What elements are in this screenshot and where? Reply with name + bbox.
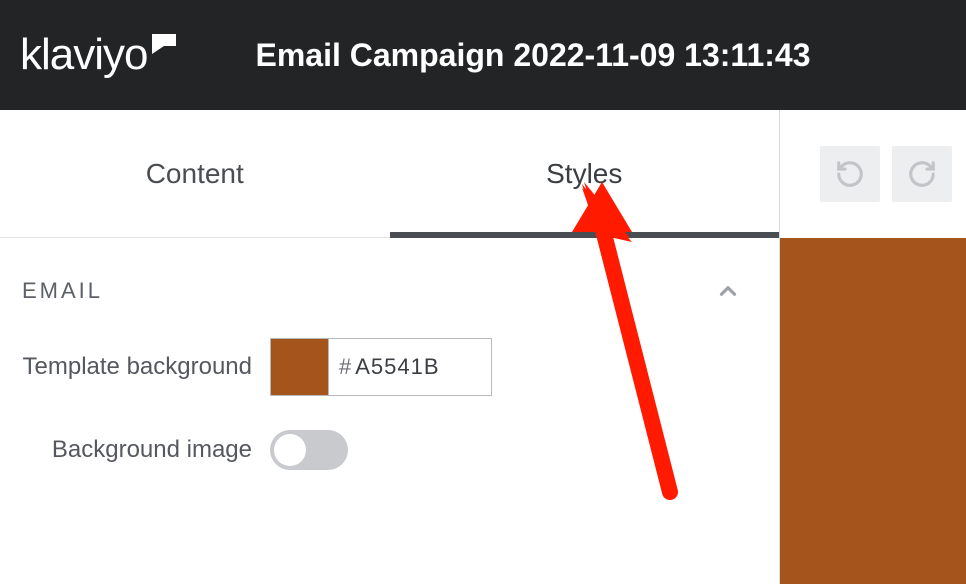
brand-logo: klaviyo [20,30,176,80]
chevron-up-icon [715,278,741,304]
background-image-toggle[interactable] [270,430,348,470]
main-area: Content Styles EMAIL Template background… [0,110,966,584]
hash-symbol: # [329,354,355,380]
tab-content[interactable]: Content [0,110,390,237]
undo-icon [835,159,865,189]
hex-value[interactable]: A5541B [355,354,439,380]
redo-icon [907,159,937,189]
background-image-label: Background image [0,435,270,465]
toggle-knob [274,434,306,466]
tab-styles[interactable]: Styles [390,110,780,237]
field-row-background-image: Background image [0,406,779,480]
brand-text: klaviyo [20,30,148,80]
history-tools [780,110,966,238]
brand-flag-icon [152,34,176,54]
template-background-color-input[interactable]: # A5541B [270,338,492,396]
editor-panel: Content Styles EMAIL Template background… [0,110,780,584]
field-row-template-background: Template background # A5541B [0,314,779,406]
template-background-label: Template background [0,352,270,382]
tabs: Content Styles [0,110,779,238]
color-swatch[interactable] [271,339,329,395]
right-area [780,110,966,584]
undo-button[interactable] [820,146,880,202]
section-header-email[interactable]: EMAIL [0,238,779,314]
top-bar: klaviyo Email Campaign 2022-11-09 13:11:… [0,0,966,110]
redo-button[interactable] [892,146,952,202]
email-preview-background [780,238,966,584]
section-title: EMAIL [22,278,103,304]
campaign-title: Email Campaign 2022-11-09 13:11:43 [256,37,811,74]
